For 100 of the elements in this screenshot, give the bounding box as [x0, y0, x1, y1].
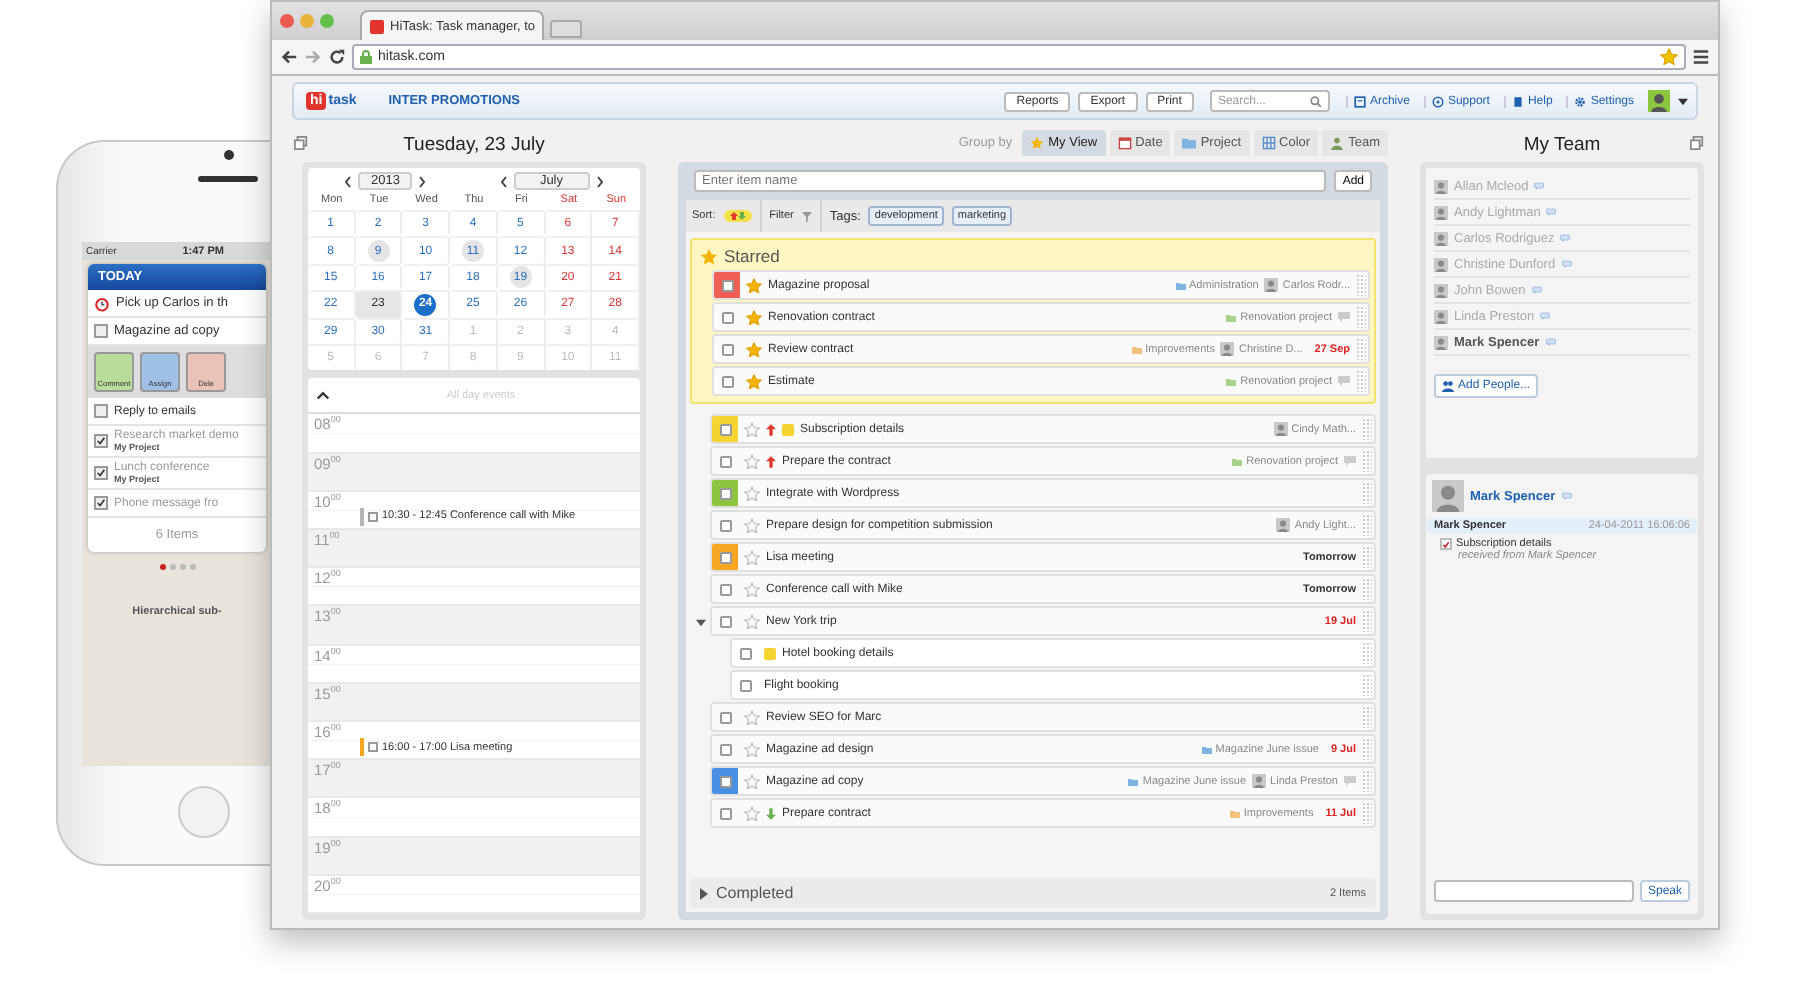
page-dot[interactable] — [159, 564, 165, 570]
next-year-icon[interactable] — [417, 175, 426, 187]
star-icon[interactable] — [744, 613, 760, 629]
popout-icon[interactable] — [294, 136, 308, 150]
drag-handle-icon[interactable] — [1362, 450, 1372, 472]
checkbox[interactable] — [719, 487, 731, 499]
close-window-icon[interactable] — [280, 14, 294, 28]
drag-handle-icon[interactable] — [1362, 578, 1372, 600]
checkbox[interactable] — [719, 743, 731, 755]
checkbox[interactable] — [719, 551, 731, 563]
avatar-icon — [1252, 774, 1267, 788]
checkbox[interactable] — [719, 615, 731, 627]
bookmark-star-icon[interactable] — [1660, 48, 1678, 66]
expand-toggle-icon[interactable] — [695, 617, 705, 627]
comment-icon[interactable] — [1344, 776, 1356, 786]
star-icon[interactable] — [746, 309, 762, 325]
checkbox[interactable] — [719, 423, 731, 435]
checkbox[interactable] — [719, 583, 731, 595]
star-icon[interactable] — [744, 453, 760, 469]
star-icon[interactable] — [744, 549, 760, 565]
drag-handle-icon[interactable] — [1356, 370, 1366, 392]
minimize-window-icon[interactable] — [300, 14, 314, 28]
drag-handle-icon[interactable] — [1362, 642, 1372, 664]
star-icon[interactable] — [746, 341, 762, 357]
page-dot[interactable] — [179, 564, 185, 570]
checkbox[interactable] — [719, 519, 731, 531]
checkbox[interactable] — [739, 679, 751, 691]
star-icon[interactable] — [744, 805, 760, 821]
reload-icon[interactable] — [328, 48, 346, 66]
avatar-icon[interactable] — [1648, 90, 1670, 112]
drag-handle-icon[interactable] — [1362, 418, 1372, 440]
checkbox[interactable] — [721, 279, 733, 291]
previous-month-icon[interactable] — [499, 175, 508, 187]
star-icon[interactable] — [744, 485, 760, 501]
star-icon[interactable] — [744, 741, 760, 757]
star-icon[interactable] — [744, 517, 760, 533]
team-title: My Team — [1523, 133, 1601, 155]
drag-handle-icon[interactable] — [1356, 338, 1366, 360]
checkbox[interactable] — [719, 807, 731, 819]
alarm-clock-icon — [94, 295, 110, 311]
drag-handle-icon[interactable] — [1362, 770, 1372, 792]
collapse-caret-icon[interactable] — [316, 390, 330, 401]
checkbox[interactable] — [739, 647, 751, 659]
star-icon[interactable] — [744, 581, 760, 597]
page-dot[interactable] — [169, 564, 175, 570]
new-tab-button[interactable] — [550, 20, 582, 38]
drag-handle-icon[interactable] — [1362, 482, 1372, 504]
checkbox[interactable] — [94, 404, 108, 418]
drag-handle-icon[interactable] — [1362, 546, 1372, 568]
previous-year-icon[interactable] — [344, 175, 353, 187]
comment-icon[interactable] — [1338, 376, 1350, 386]
checkbox[interactable] — [719, 455, 731, 467]
star-icon[interactable] — [746, 373, 762, 389]
drag-handle-icon[interactable] — [1362, 674, 1372, 696]
star-icon[interactable] — [744, 773, 760, 789]
comment-icon[interactable] — [1338, 312, 1350, 322]
checkbox[interactable] — [719, 775, 731, 787]
chat-icon[interactable] — [1540, 312, 1551, 320]
checkbox[interactable] — [94, 496, 108, 510]
chat-icon[interactable] — [1545, 338, 1556, 346]
chat-icon[interactable] — [1560, 234, 1571, 242]
checkbox[interactable] — [721, 343, 733, 355]
checkbox[interactable] — [719, 711, 731, 723]
avatar-icon — [1434, 205, 1448, 219]
home-button[interactable] — [178, 786, 230, 838]
back-arrow-icon[interactable] — [280, 48, 298, 66]
star-icon[interactable] — [744, 421, 760, 437]
drag-handle-icon[interactable] — [1362, 706, 1372, 728]
checkbox[interactable] — [94, 466, 108, 480]
maximize-window-icon[interactable] — [320, 14, 334, 28]
checkbox[interactable] — [94, 434, 108, 448]
drag-handle-icon[interactable] — [1362, 802, 1372, 824]
forward-arrow-icon[interactable] — [304, 48, 322, 66]
group-title: Completed — [716, 884, 794, 902]
grid-icon — [1261, 136, 1276, 150]
message-field[interactable] — [1434, 880, 1634, 902]
comment-icon[interactable] — [1344, 456, 1356, 466]
drag-handle-icon[interactable] — [1362, 610, 1372, 632]
chat-icon[interactable] — [1546, 208, 1557, 216]
chat-icon[interactable] — [1561, 492, 1572, 500]
popout-icon[interactable] — [1690, 136, 1704, 150]
avatar-icon — [1434, 309, 1448, 323]
drag-handle-icon[interactable] — [1362, 514, 1372, 536]
drag-handle-icon[interactable] — [1356, 274, 1366, 296]
star-icon[interactable] — [744, 709, 760, 725]
checkbox[interactable] — [94, 324, 108, 338]
sort-icon[interactable] — [723, 210, 752, 222]
chat-icon[interactable] — [1561, 260, 1572, 268]
page-dot[interactable] — [189, 564, 195, 570]
star-icon[interactable] — [746, 277, 762, 293]
chat-icon[interactable] — [1531, 286, 1542, 294]
next-month-icon[interactable] — [595, 175, 603, 187]
menu-icon[interactable] — [1692, 48, 1710, 66]
checkbox[interactable] — [721, 375, 733, 387]
calendar-icon — [1117, 136, 1132, 150]
chat-icon[interactable] — [1534, 182, 1545, 190]
checkbox[interactable] — [721, 311, 733, 323]
drag-handle-icon[interactable] — [1356, 306, 1366, 328]
caret-icon[interactable] — [1678, 97, 1688, 105]
drag-handle-icon[interactable] — [1362, 738, 1372, 760]
